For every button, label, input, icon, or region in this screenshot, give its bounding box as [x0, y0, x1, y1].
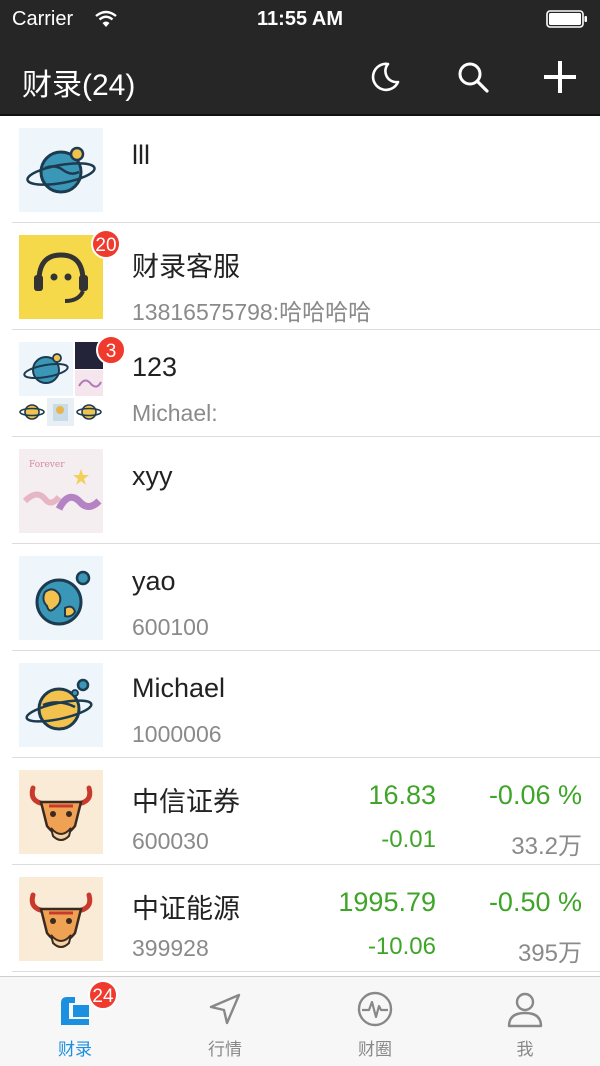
conversation-name: 财录客服 — [132, 252, 240, 282]
svg-text:Forever: Forever — [29, 460, 65, 470]
header: 财录(24) — [0, 40, 600, 116]
stock-price: 1995.79 — [338, 887, 436, 917]
tab-market[interactable]: 行情 — [150, 977, 300, 1066]
stock-row[interactable]: 中信证券 600030 16.83 -0.06 % -0.01 33.2万 — [12, 758, 600, 865]
conversation-preview: 13816575798:哈哈哈哈 — [132, 299, 372, 325]
tab-label: 财圈 — [358, 1040, 392, 1059]
conversation-preview: 1000006 — [132, 721, 222, 747]
stock-code: 600030 — [132, 828, 209, 854]
stock-volume: 395万 — [517, 940, 582, 967]
bull-avatar — [19, 877, 103, 961]
conversation-preview: 600100 — [132, 614, 209, 640]
person-icon — [507, 992, 543, 1028]
conversation-name: Michael — [132, 673, 226, 703]
tab-label: 我 — [516, 1040, 534, 1059]
unread-badge: 20 — [91, 229, 121, 259]
headset-avatar — [19, 235, 103, 319]
pulse-icon — [357, 991, 393, 1027]
stock-change-pct: -0.06 % — [488, 780, 582, 810]
stock-name: 中信证券 — [132, 787, 240, 817]
tab-chat[interactable]: 24 财录 — [0, 977, 150, 1066]
stock-code: 399928 — [132, 935, 209, 961]
unread-badge: 3 — [96, 335, 126, 365]
conversation-name: xyy — [132, 461, 173, 491]
conversation-list: lll 20 财录客服 13816575798:哈哈哈哈 3 123 Micha… — [0, 116, 600, 972]
tab-label: 财录 — [58, 1040, 92, 1059]
planet-teal-avatar — [19, 128, 103, 212]
tab-badge: 24 — [88, 980, 118, 1010]
conversation-row[interactable]: 20 财录客服 13816575798:哈哈哈哈 — [12, 223, 600, 330]
moon-icon[interactable] — [366, 58, 404, 96]
tab-circle[interactable]: 财圈 — [300, 977, 450, 1066]
conversation-name: 123 — [132, 352, 178, 382]
stock-name: 中证能源 — [132, 894, 240, 924]
tab-bar: 24 财录 行情 财圈 我 — [0, 976, 600, 1066]
bull-avatar — [19, 770, 103, 854]
conversation-row[interactable]: yao 600100 — [12, 544, 600, 651]
conversation-row[interactable]: 3 123 Michael: — [12, 330, 600, 437]
clock: 11:55 AM — [257, 8, 343, 30]
saturn-avatar — [19, 663, 103, 747]
conversation-name: lll — [132, 140, 150, 170]
stock-change: -10.06 — [367, 933, 436, 960]
conversation-row[interactable]: Forever xyy — [12, 437, 600, 544]
tab-label: 行情 — [208, 1040, 242, 1059]
stock-change-pct: -0.50 % — [488, 887, 582, 917]
search-icon[interactable] — [454, 58, 492, 96]
earth-avatar — [19, 556, 103, 640]
status-bar: Carrier 11:55 AM — [0, 0, 600, 40]
group-grid-avatar — [19, 342, 103, 426]
stock-price: 16.83 — [368, 780, 436, 810]
navigation-icon — [209, 993, 241, 1025]
battery-icon — [546, 10, 587, 28]
conversation-row[interactable]: lll — [12, 116, 600, 223]
stock-row[interactable]: 中证能源 399928 1995.79 -0.50 % -10.06 395万 — [12, 865, 600, 972]
conversation-row[interactable]: Michael 1000006 — [12, 651, 600, 758]
photo-avatar: Forever — [19, 449, 103, 533]
stock-volume: 33.2万 — [511, 833, 582, 860]
conversation-name: yao — [132, 566, 176, 596]
page-title: 财录(24) — [22, 69, 136, 102]
conversation-preview: Michael: — [132, 400, 218, 426]
stock-change: -0.01 — [381, 826, 436, 853]
tab-me[interactable]: 我 — [450, 977, 600, 1066]
add-icon[interactable] — [541, 58, 579, 96]
